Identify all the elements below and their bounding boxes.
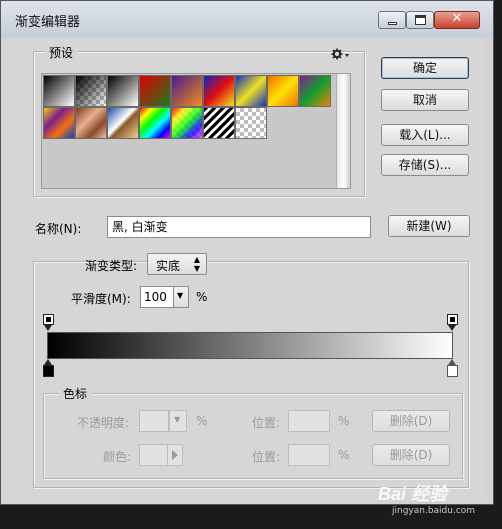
- window-title: 渐变编辑器: [15, 15, 81, 30]
- maximize-icon: [415, 15, 426, 25]
- preset-swatch-violet-orange[interactable]: [171, 75, 203, 107]
- gradient-editor-window: 渐变编辑器 ✕ 预设 确定 取消 载入(L)... 存储(S)... 名称(N)…: [0, 0, 494, 505]
- close-icon: ✕: [451, 11, 463, 26]
- delete-opacity-stop-button[interactable]: 删除(D): [372, 410, 450, 432]
- color-swatch-arrow-icon: [167, 445, 182, 465]
- maximize-button[interactable]: [406, 11, 434, 29]
- watermark: Bai 经验 jingyan.baidu.com: [378, 478, 496, 522]
- preset-swatch-foreground-to-transparent[interactable]: [75, 75, 107, 107]
- minimize-icon: [388, 22, 397, 25]
- smoothness-label: 平滑度(M):: [71, 292, 131, 306]
- chevron-down-icon: ▼: [174, 415, 181, 424]
- opacity-stop-left[interactable]: [43, 314, 54, 332]
- name-input[interactable]: 黑, 白渐变: [107, 216, 371, 238]
- presets-legend: 预设: [45, 44, 78, 61]
- watermark-url: jingyan.baidu.com: [392, 506, 476, 516]
- preset-swatch-copper[interactable]: [75, 107, 107, 139]
- preset-swatch-transparent-rainbow[interactable]: [171, 107, 203, 139]
- opacity-position-unit: %: [338, 414, 350, 428]
- watermark-logo-text: Bai 经验: [378, 484, 448, 504]
- minimize-button[interactable]: [378, 11, 406, 29]
- color-position-input[interactable]: [288, 444, 330, 466]
- new-button[interactable]: 新建(W): [388, 215, 470, 237]
- smoothness-unit: %: [196, 290, 208, 304]
- preset-swatch-red-green[interactable]: [139, 75, 171, 107]
- presets-scrollbar[interactable]: [336, 74, 350, 188]
- gradient-type-select[interactable]: 实底 ▲ ▼: [147, 253, 207, 275]
- dialog-client: 预设 确定 取消 载入(L)... 存储(S)... 名称(N): 黑, 白渐变…: [9, 37, 485, 497]
- color-swatch[interactable]: [139, 444, 183, 466]
- color-stop-left[interactable]: [43, 359, 54, 378]
- title-bar[interactable]: 渐变编辑器 ✕: [1, 1, 493, 37]
- color-stop-right[interactable]: [447, 359, 458, 378]
- select-arrows-icon: ▲ ▼: [193, 255, 200, 273]
- ok-button[interactable]: 确定: [381, 57, 469, 79]
- name-label: 名称(N):: [35, 222, 82, 236]
- gear-icon: [331, 48, 349, 60]
- close-button[interactable]: ✕: [434, 11, 480, 29]
- preset-swatch-chrome[interactable]: [107, 107, 139, 139]
- save-button[interactable]: 存储(S)...: [381, 154, 469, 176]
- delete-color-stop-button[interactable]: 删除(D): [372, 444, 450, 466]
- presets-panel: [41, 73, 351, 189]
- preset-swatch-black-white[interactable]: [107, 75, 139, 107]
- gradient-type-label: 渐变类型:: [85, 259, 138, 273]
- preset-grid: [43, 75, 337, 187]
- stops-legend: 色标: [59, 385, 92, 402]
- smoothness-input[interactable]: 100: [140, 286, 174, 308]
- opacity-position-input[interactable]: [288, 410, 330, 432]
- preset-swatch-spectrum[interactable]: [139, 107, 171, 139]
- presets-menu-button[interactable]: [331, 47, 351, 61]
- preset-swatch-transparent-checker[interactable]: [235, 107, 267, 139]
- color-position-unit: %: [338, 448, 350, 462]
- preset-swatch-transparent-stripes[interactable]: [203, 107, 235, 139]
- opacity-dropdown-button[interactable]: ▼: [169, 410, 187, 432]
- gradient-preview-bar[interactable]: [47, 332, 453, 359]
- cancel-button[interactable]: 取消: [381, 89, 469, 111]
- color-label: 颜色:: [103, 450, 132, 464]
- opacity-unit: %: [196, 414, 208, 428]
- color-position-label: 位置:: [252, 450, 281, 464]
- preset-swatch-orange-yellow-orange[interactable]: [267, 75, 299, 107]
- preset-swatch-yellow-violet-orange-blue[interactable]: [43, 107, 75, 139]
- stops-group: [43, 393, 463, 479]
- opacity-stop-right[interactable]: [447, 314, 458, 332]
- preset-swatch-blue-red-yellow[interactable]: [203, 75, 235, 107]
- opacity-input[interactable]: [139, 410, 169, 432]
- load-button[interactable]: 载入(L)...: [381, 124, 469, 146]
- smoothness-dropdown-button[interactable]: ▼: [173, 286, 189, 308]
- chevron-down-icon: ▼: [177, 291, 184, 300]
- gradient-type-value: 实底: [156, 259, 181, 273]
- preset-swatch-foreground-to-background[interactable]: [43, 75, 75, 107]
- preset-swatch-violet-green-orange[interactable]: [299, 75, 331, 107]
- opacity-position-label: 位置:: [252, 416, 281, 430]
- preset-swatch-blue-yellow-blue[interactable]: [235, 75, 267, 107]
- opacity-label: 不透明度:: [77, 416, 130, 430]
